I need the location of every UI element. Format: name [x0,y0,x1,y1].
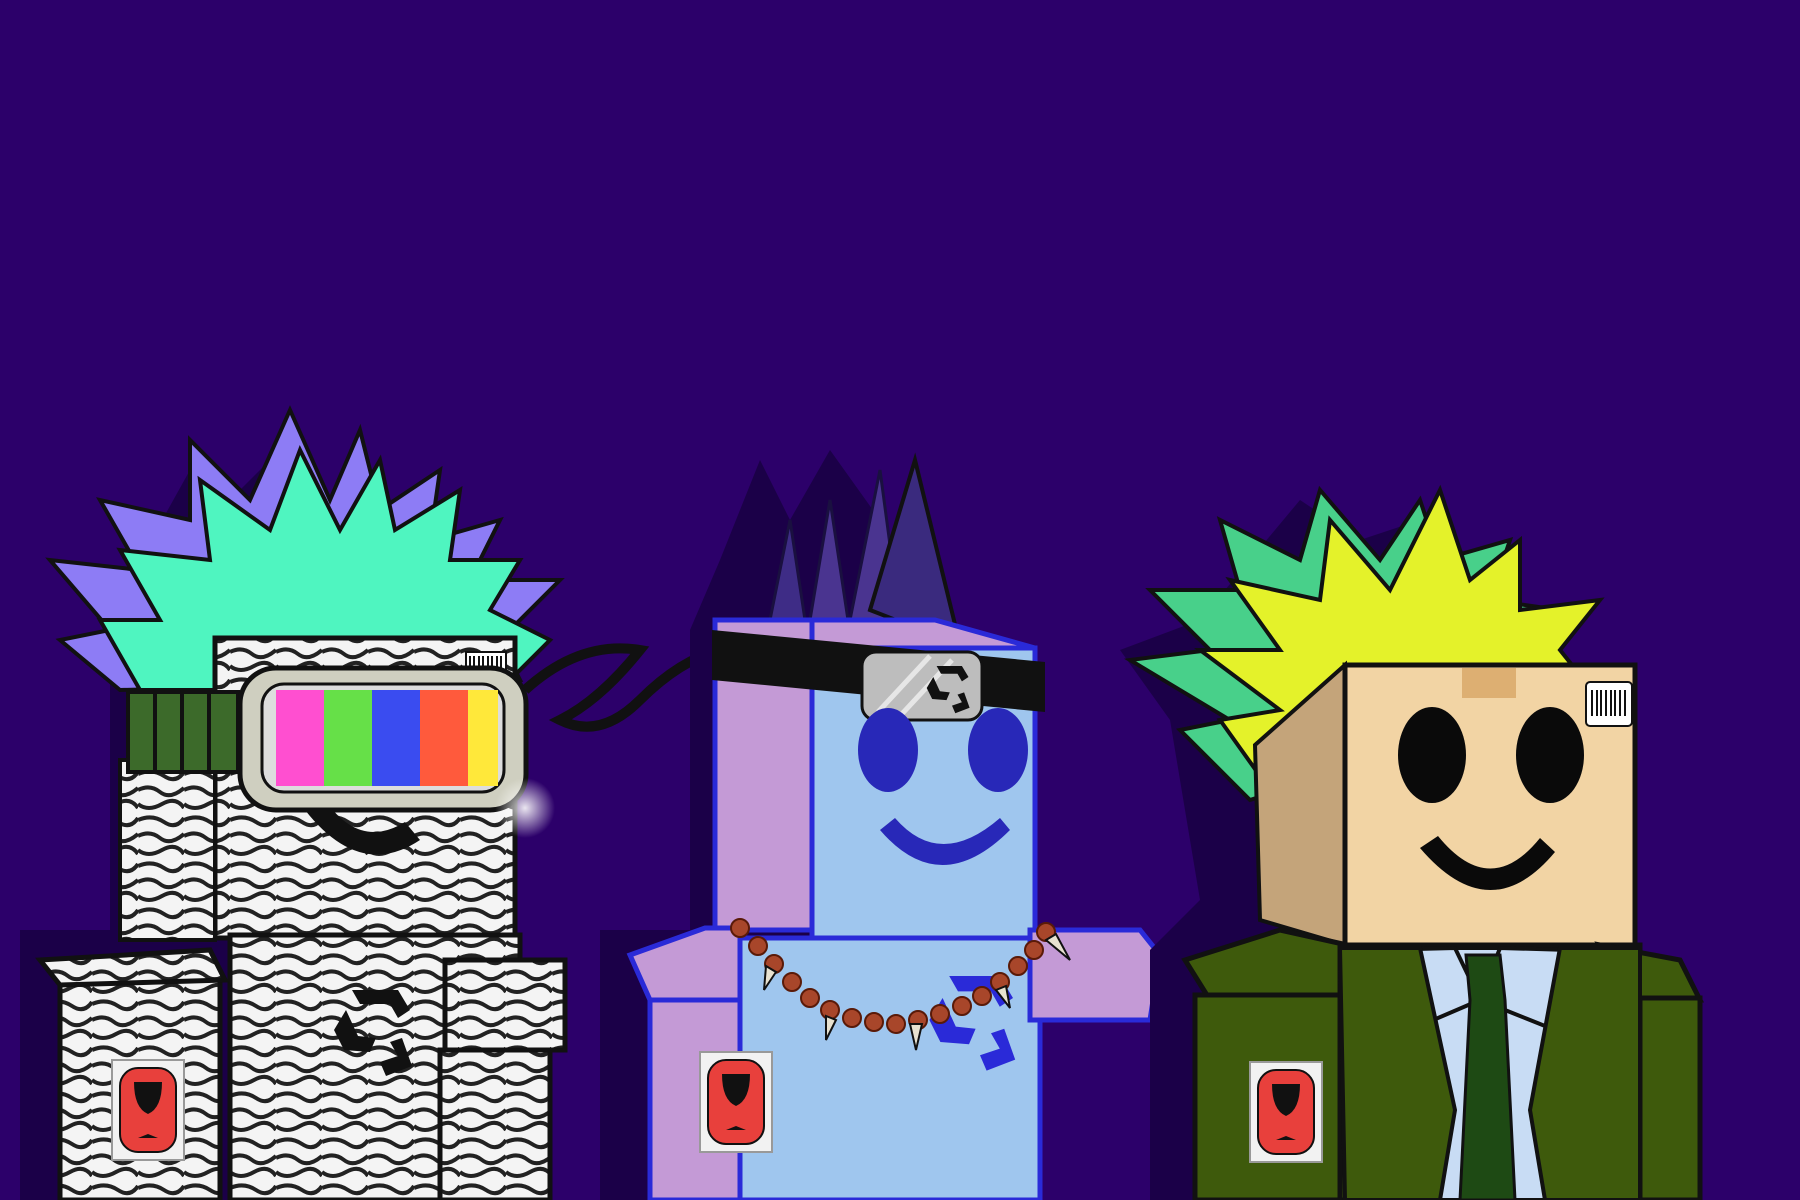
blue-robot-left-eye [858,708,918,792]
rainbow-goggles-icon [237,665,555,838]
cardboard-robot-right-eye [1516,707,1584,803]
fragile-label-icon [1249,1061,1323,1163]
cardboard-robot-left-eye [1398,707,1466,803]
zebra-robot-head-side [118,758,217,942]
tape-patch-icon [1462,668,1516,698]
cardboard-robot-right-arm [1637,995,1703,1200]
barcode-sticker-icon [1585,681,1633,727]
fragile-label-icon [111,1059,185,1161]
fragile-label-icon [699,1051,773,1153]
illustration-scene [0,0,1800,1200]
zebra-robot-right-arm [442,957,568,1053]
blue-robot-right-eye [968,708,1028,792]
goggle-strap [126,690,240,774]
